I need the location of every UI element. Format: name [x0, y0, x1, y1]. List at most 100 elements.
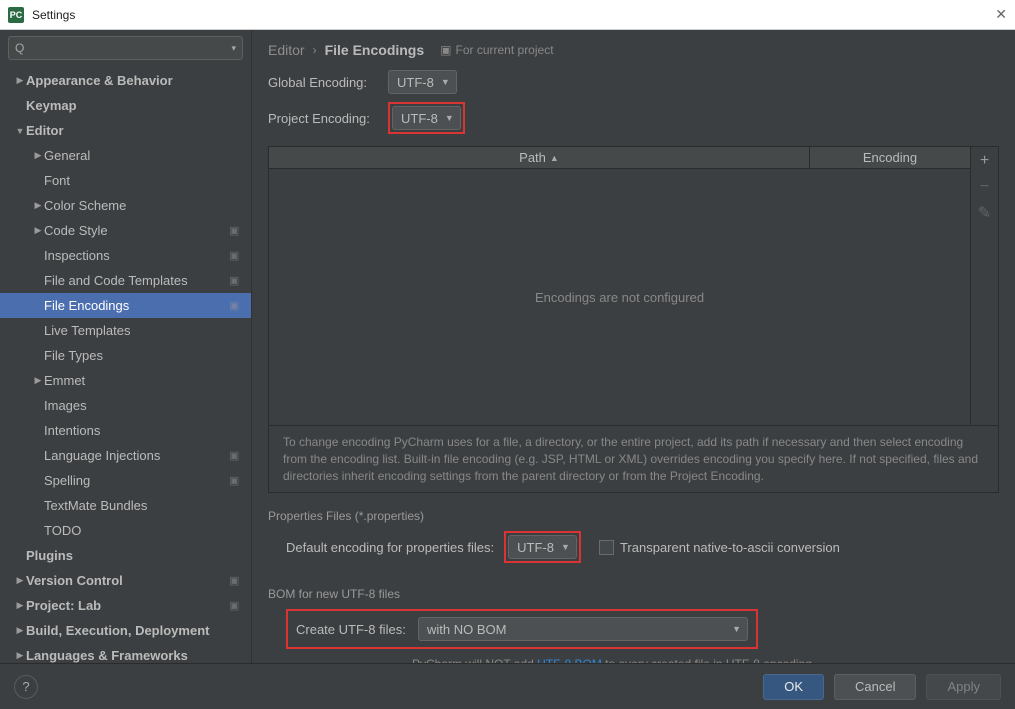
window-title: Settings [32, 8, 995, 22]
tree-item-plugins[interactable]: Plugins [0, 543, 251, 568]
tree-item-live-templates[interactable]: Live Templates [0, 318, 251, 343]
tree-item-intentions[interactable]: Intentions [0, 418, 251, 443]
tree-item-version-control[interactable]: ▶Version Control▣ [0, 568, 251, 593]
tree-item-emmet[interactable]: ▶Emmet [0, 368, 251, 393]
project-encoding-label: Project Encoding: [268, 111, 378, 126]
global-encoding-dropdown[interactable]: UTF-8 ▼ [388, 70, 457, 94]
scope-label: For current project [456, 43, 554, 57]
edit-button: ✎ [975, 203, 995, 223]
tree-item-spelling[interactable]: Spelling▣ [0, 468, 251, 493]
sort-asc-icon: ▲ [550, 153, 559, 163]
create-utf8-label: Create UTF-8 files: [296, 622, 408, 637]
app-icon: PC [8, 7, 24, 23]
transparent-native-ascii-checkbox[interactable] [599, 540, 614, 555]
scope-tag: ▣ For current project [440, 43, 553, 57]
scope-icon: ▣ [229, 299, 243, 313]
chevron-right-icon: › [313, 43, 317, 57]
bom-note: PyCharm will NOT add UTF-8 BOM to every … [412, 657, 999, 663]
tree-item-file-types[interactable]: File Types [0, 343, 251, 368]
close-icon[interactable]: ✕ [995, 6, 1007, 23]
scope-icon: ▣ [229, 249, 243, 263]
breadcrumb-parent: Editor [268, 42, 305, 58]
project-encoding-value: UTF-8 [401, 111, 438, 126]
tree-item-file-encodings[interactable]: File Encodings▣ [0, 293, 251, 318]
create-utf8-dropdown[interactable]: with NO BOM ▼ [418, 617, 748, 641]
project-encoding-dropdown[interactable]: UTF-8 ▼ [392, 106, 461, 130]
encodings-table: Path ▲ Encoding Encodings are not config… [268, 146, 999, 426]
description-text: To change encoding PyCharm uses for a fi… [268, 426, 999, 493]
tree-item-textmate-bundles[interactable]: TextMate Bundles [0, 493, 251, 518]
tree-arrow-icon: ▶ [32, 225, 44, 236]
tree-arrow-icon: ▶ [14, 625, 26, 636]
tree-item-build-execution-deployment[interactable]: ▶Build, Execution, Deployment [0, 618, 251, 643]
tree-item-font[interactable]: Font [0, 168, 251, 193]
tree-item-label: Code Style [44, 223, 229, 238]
tree-arrow-icon: ▶ [14, 600, 26, 611]
column-path[interactable]: Path ▲ [269, 147, 810, 168]
tree-item-label: Language Injections [44, 448, 229, 463]
chevron-down-icon: ▼ [441, 77, 450, 87]
content-panel: Editor › File Encodings ▣ For current pr… [252, 30, 1015, 663]
cancel-button[interactable]: Cancel [834, 674, 916, 700]
apply-button: Apply [926, 674, 1001, 700]
tree-item-label: Images [44, 398, 243, 413]
tree-item-label: Inspections [44, 248, 229, 263]
column-encoding[interactable]: Encoding [810, 147, 970, 168]
tree-item-code-style[interactable]: ▶Code Style▣ [0, 218, 251, 243]
tree-item-file-and-code-templates[interactable]: File and Code Templates▣ [0, 268, 251, 293]
tree-arrow-icon: ▶ [14, 75, 26, 86]
global-encoding-value: UTF-8 [397, 75, 434, 90]
tree-arrow-icon: ▶ [14, 650, 26, 661]
bom-section-heading: BOM for new UTF-8 files [268, 587, 999, 601]
column-encoding-label: Encoding [863, 150, 917, 165]
search-input[interactable]: Q ▾ [8, 36, 243, 60]
footer: ? OK Cancel Apply [0, 663, 1015, 709]
tree-item-label: Intentions [44, 423, 243, 438]
tree-item-label: Appearance & Behavior [26, 73, 243, 88]
tree-item-label: File and Code Templates [44, 273, 229, 288]
tree-arrow-icon: ▶ [32, 150, 44, 161]
titlebar: PC Settings ✕ [0, 0, 1015, 30]
tree-item-languages-frameworks[interactable]: ▶Languages & Frameworks [0, 643, 251, 663]
tree-item-editor[interactable]: ▼Editor [0, 118, 251, 143]
help-button[interactable]: ? [14, 675, 38, 699]
highlight-box: UTF-8 ▼ [504, 531, 581, 563]
remove-button: − [975, 177, 995, 197]
tree-item-label: Live Templates [44, 323, 243, 338]
bom-note-prefix: PyCharm will NOT add [412, 657, 537, 663]
add-button[interactable]: + [975, 151, 995, 171]
tree-item-label: Plugins [26, 548, 243, 563]
tree-item-color-scheme[interactable]: ▶Color Scheme [0, 193, 251, 218]
create-utf8-value: with NO BOM [427, 622, 506, 637]
utf8-bom-link[interactable]: UTF-8 BOM [537, 657, 602, 663]
tree-item-todo[interactable]: TODO [0, 518, 251, 543]
tree-arrow-icon: ▶ [32, 375, 44, 386]
tree-item-label: Spelling [44, 473, 229, 488]
chevron-down-icon: ▾ [231, 43, 236, 54]
chevron-down-icon: ▼ [445, 113, 454, 123]
properties-encoding-value: UTF-8 [517, 540, 554, 555]
tree-item-label: Emmet [44, 373, 243, 388]
scope-icon: ▣ [229, 274, 243, 288]
scope-icon: ▣ [229, 574, 243, 588]
tree-item-keymap[interactable]: Keymap [0, 93, 251, 118]
scope-icon: ▣ [229, 599, 243, 613]
search-icon: Q [15, 41, 24, 55]
tree-item-label: File Encodings [44, 298, 229, 313]
scope-icon: ▣ [229, 449, 243, 463]
scope-icon: ▣ [440, 43, 451, 57]
tree-item-images[interactable]: Images [0, 393, 251, 418]
tree-item-project-lab[interactable]: ▶Project: Lab▣ [0, 593, 251, 618]
scope-icon: ▣ [229, 474, 243, 488]
settings-tree: ▶Appearance & BehaviorKeymap▼Editor▶Gene… [0, 66, 251, 663]
properties-encoding-dropdown[interactable]: UTF-8 ▼ [508, 535, 577, 559]
tree-item-appearance-behavior[interactable]: ▶Appearance & Behavior [0, 68, 251, 93]
tree-item-general[interactable]: ▶General [0, 143, 251, 168]
ok-button[interactable]: OK [763, 674, 824, 700]
tree-item-language-injections[interactable]: Language Injections▣ [0, 443, 251, 468]
tree-item-inspections[interactable]: Inspections▣ [0, 243, 251, 268]
global-encoding-label: Global Encoding: [268, 75, 378, 90]
column-path-label: Path [519, 150, 546, 165]
tree-item-label: Project: Lab [26, 598, 229, 613]
transparent-native-ascii-label: Transparent native-to-ascii conversion [620, 540, 840, 555]
